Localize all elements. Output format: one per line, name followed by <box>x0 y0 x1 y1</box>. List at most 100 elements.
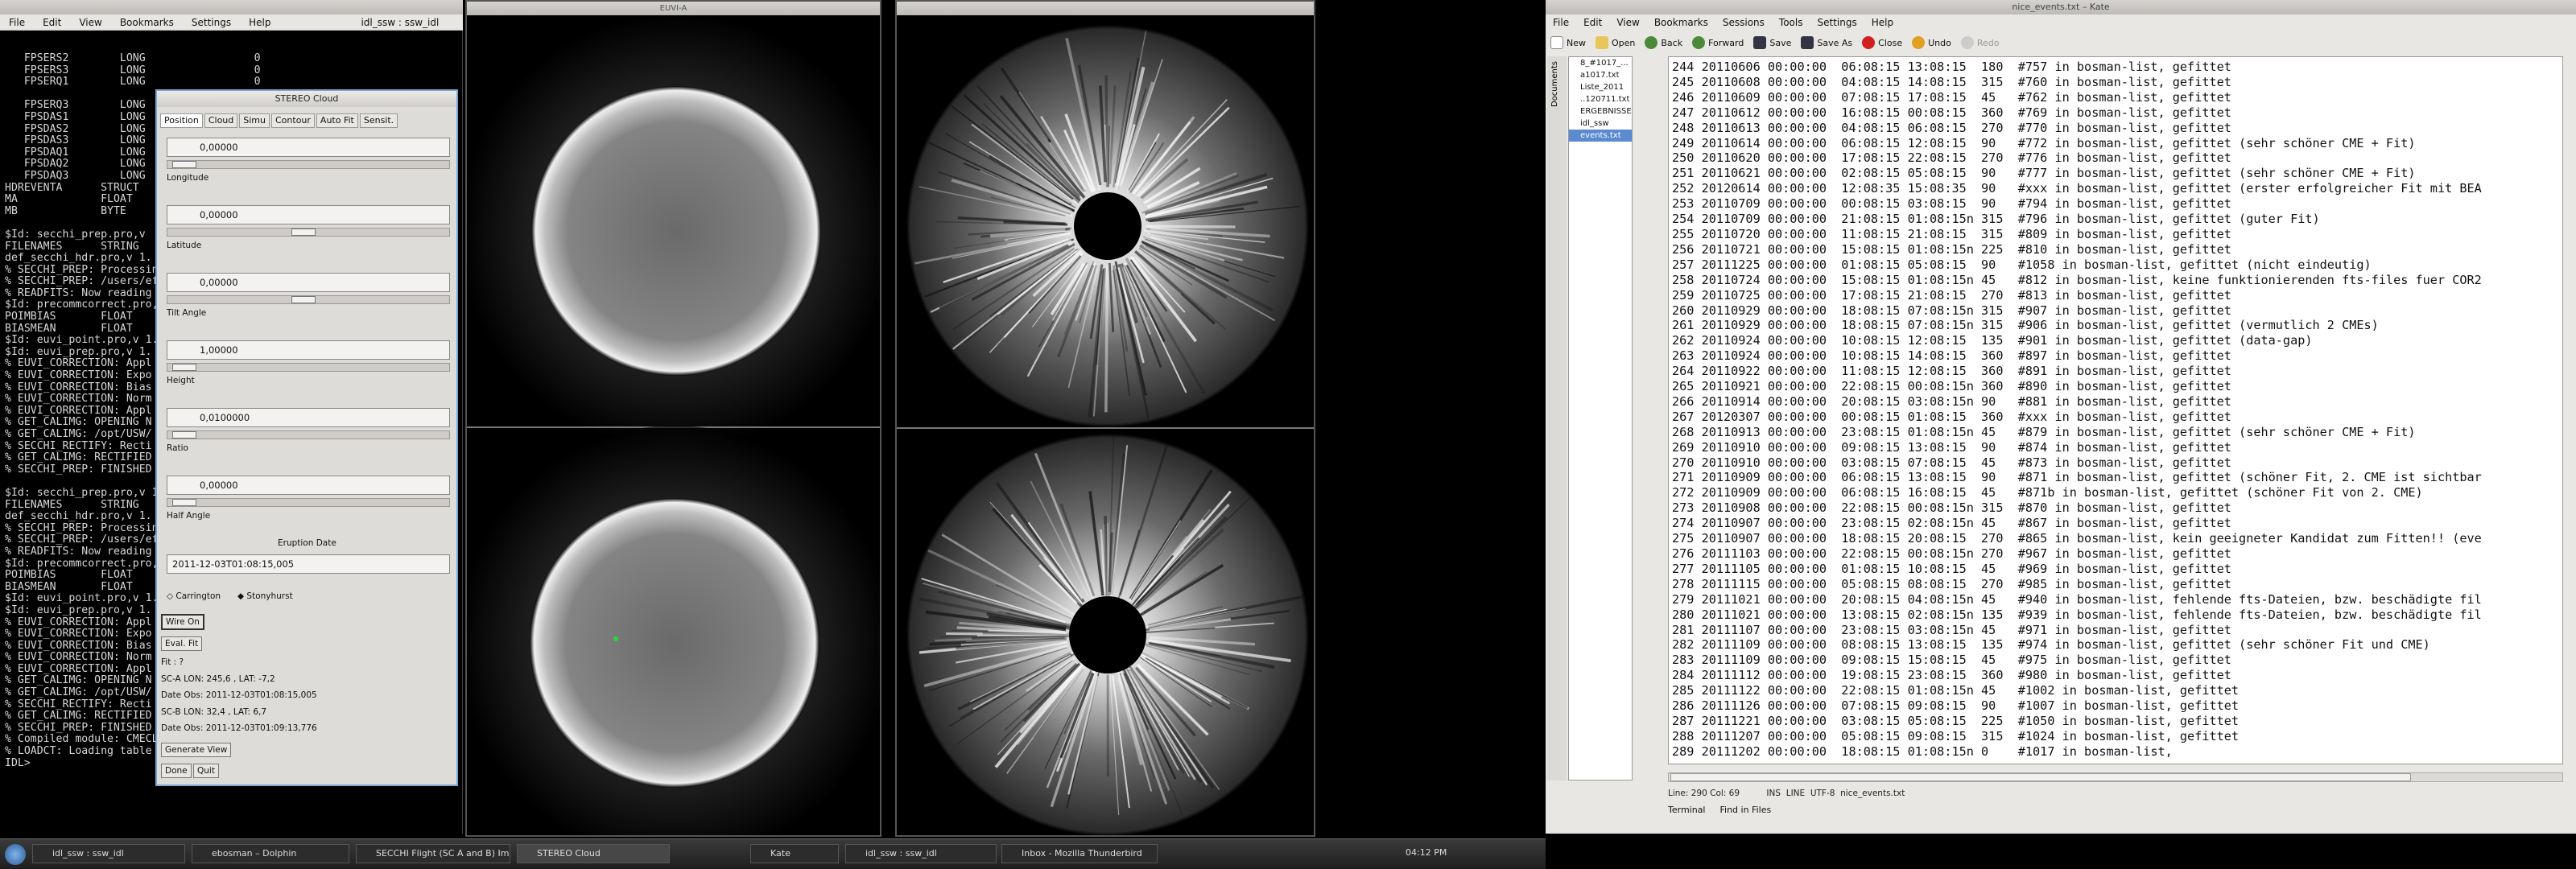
dialog-titlebar[interactable]: STEREO Cloud <box>157 91 456 107</box>
sca-lon-lat: SC-A LON: 245,6 , LAT: -7,2 <box>161 674 275 684</box>
tab-auto-fit[interactable]: Auto Fit <box>316 113 358 128</box>
close-icon <box>1862 36 1876 49</box>
editor-line: 259 20110725 00:00:00 17:08:15 21:08:15 … <box>1672 287 2231 303</box>
radio-carrington[interactable]: ◇ Carrington <box>167 591 221 601</box>
open-button[interactable]: Open <box>1596 36 1635 49</box>
wire-on-button[interactable]: Wire On <box>161 614 204 630</box>
menu-view[interactable]: View <box>70 17 110 28</box>
terminal-tool-tab[interactable]: Terminal <box>1668 805 1706 815</box>
kate-menu-view[interactable]: View <box>1609 17 1646 28</box>
cor2-image-window[interactable] <box>895 0 1315 837</box>
kate-window[interactable]: nice_events.txt – Kate File Edit View Bo… <box>1546 0 2576 834</box>
param-field[interactable]: 0,00000 <box>167 138 450 157</box>
menu-settings[interactable]: Settings <box>183 17 240 28</box>
horizontal-scrollbar[interactable] <box>1668 772 2563 782</box>
param-slider[interactable] <box>167 363 450 372</box>
param-slider[interactable] <box>167 295 450 304</box>
slider-knob[interactable] <box>172 499 197 506</box>
terminal-tab[interactable]: idl_ssw : ssw_idl <box>356 17 444 28</box>
tree-item[interactable]: ERGEBNISSE <box>1569 105 1632 117</box>
tab-position[interactable]: Position <box>160 113 203 128</box>
editor-line: 263 20110924 00:00:00 10:08:15 14:08:15 … <box>1672 348 2231 364</box>
slider-knob[interactable] <box>172 431 197 439</box>
kate-toolbar: New Open Back Forward Save Save As Close… <box>1546 32 2576 53</box>
editor-line: 274 20110907 00:00:00 23:08:15 02:08:15n… <box>1672 516 2231 531</box>
slider-knob[interactable] <box>291 296 316 303</box>
euvi-image-window[interactable]: EUVI-A <box>457 0 894 860</box>
kate-menu-sessions[interactable]: Sessions <box>1715 17 1772 28</box>
stereo-cloud-dialog[interactable]: STEREO Cloud Position Cloud Simu Contour… <box>155 89 458 786</box>
save-as-button[interactable]: Save As <box>1801 36 1852 49</box>
eruption-date-field[interactable]: 2011-12-03T01:08:15,005 <box>167 554 450 574</box>
param-field[interactable]: 1,00000 <box>167 340 450 360</box>
taskbar-item[interactable]: Inbox - Mozilla Thunderbird <box>1001 844 1158 863</box>
taskbar-item[interactable]: ebosman – Dolphin <box>192 844 349 863</box>
param-field[interactable]: 0,00000 <box>167 273 450 292</box>
taskbar-item[interactable]: Kate <box>750 844 839 863</box>
taskbar-item[interactable]: SECCHI Flight (SC A and B) Images <box>356 844 510 863</box>
kate-menu-help[interactable]: Help <box>1864 17 1901 28</box>
editor-line: 256 20110721 00:00:00 15:08:15 01:08:15n… <box>1672 241 2231 257</box>
param-field[interactable]: 0,0100000 <box>167 408 450 427</box>
redo-button[interactable]: Redo <box>1960 36 2000 49</box>
sun-disk-bottom <box>530 498 819 788</box>
terminal-titlebar[interactable] <box>0 0 463 14</box>
taskbar-item[interactable]: idl_ssw : ssw_idl <box>845 844 997 863</box>
save-button[interactable]: Save <box>1753 36 1791 49</box>
generate-view-button[interactable]: Generate View <box>161 743 232 757</box>
close-button[interactable]: Close <box>1862 36 1902 49</box>
param-field[interactable]: 0,00000 <box>167 205 450 224</box>
kate-menu-tools[interactable]: Tools <box>1772 17 1810 28</box>
slider-knob[interactable] <box>172 161 197 168</box>
param-label: Half Angle <box>167 511 211 521</box>
taskbar-item[interactable]: idl_ssw : ssw_idl <box>32 844 185 863</box>
slider-knob[interactable] <box>172 364 197 371</box>
dialog-tabs: Position Cloud Simu Contour Auto Fit Sen… <box>160 113 399 128</box>
taskbar-item[interactable]: STEREO Cloud <box>517 844 670 863</box>
scrollbar-thumb[interactable] <box>1670 773 2411 781</box>
tree-item[interactable]: idl_ssw <box>1569 117 1632 130</box>
menu-help[interactable]: Help <box>240 17 279 28</box>
undo-button[interactable]: Undo <box>1912 36 1951 49</box>
kate-menu-edit[interactable]: Edit <box>1576 17 1609 28</box>
text-editor[interactable]: 244 20110606 00:00:00 06:08:15 13:08:15 … <box>1668 56 2563 764</box>
document-tree[interactable]: 8_#1017_... a1017.txt Liste_2011 ..120711.t… <box>1568 56 1633 780</box>
param-field[interactable]: 0,00000 <box>167 476 450 495</box>
tab-contour[interactable]: Contour <box>271 113 315 128</box>
kate-menu-file[interactable]: File <box>1546 17 1576 28</box>
param-slider[interactable] <box>167 228 450 237</box>
clock[interactable]: 04:12 PM <box>1406 847 1447 858</box>
kde-menu-icon[interactable] <box>5 844 26 865</box>
tree-item[interactable]: 8_#1017_... <box>1569 57 1632 69</box>
done-button[interactable]: Done <box>161 764 192 778</box>
tab-simu[interactable]: Simu <box>239 113 270 128</box>
editor-line: 287 20111221 00:00:00 03:08:15 05:08:15 … <box>1672 713 2240 728</box>
tree-item[interactable]: a1017.txt <box>1569 69 1632 81</box>
param-slider[interactable] <box>167 430 450 439</box>
tree-item[interactable]: Liste_2011 <box>1569 81 1632 93</box>
kate-menu-settings[interactable]: Settings <box>1810 17 1864 28</box>
forward-button[interactable]: Forward <box>1692 36 1744 49</box>
tab-sensit[interactable]: Sensit. <box>359 113 398 128</box>
eval-fit-button[interactable]: Eval. Fit <box>161 636 203 651</box>
menu-edit[interactable]: Edit <box>34 17 70 28</box>
tree-item[interactable]: ..120711.txt <box>1569 93 1632 105</box>
menu-file[interactable]: File <box>0 17 34 28</box>
find-in-files-tab[interactable]: Find in Files <box>1720 805 1772 815</box>
euvi-window-titlebar[interactable]: EUVI-A <box>467 2 880 15</box>
back-button[interactable]: Back <box>1645 36 1682 49</box>
param-slider[interactable] <box>167 160 450 169</box>
param-slider[interactable] <box>167 498 450 507</box>
cor2-window-titlebar[interactable] <box>897 2 1314 15</box>
radio-stonyhurst[interactable]: ◆ Stonyhurst <box>237 591 293 601</box>
tree-item[interactable]: events.txt <box>1569 130 1632 142</box>
new-button[interactable]: New <box>1550 36 1586 49</box>
editor-line: 279 20111021 00:00:00 20:08:15 04:08:15n… <box>1672 591 2482 607</box>
quit-button[interactable]: Quit <box>193 764 219 778</box>
menu-bookmarks[interactable]: Bookmarks <box>111 17 183 28</box>
documents-side-tab[interactable]: Documents <box>1547 56 1567 780</box>
tab-cloud[interactable]: Cloud <box>204 113 238 128</box>
slider-knob[interactable] <box>291 229 316 236</box>
kate-menu-bookmarks[interactable]: Bookmarks <box>1647 17 1715 28</box>
kate-titlebar[interactable]: nice_events.txt – Kate <box>1546 0 2576 14</box>
